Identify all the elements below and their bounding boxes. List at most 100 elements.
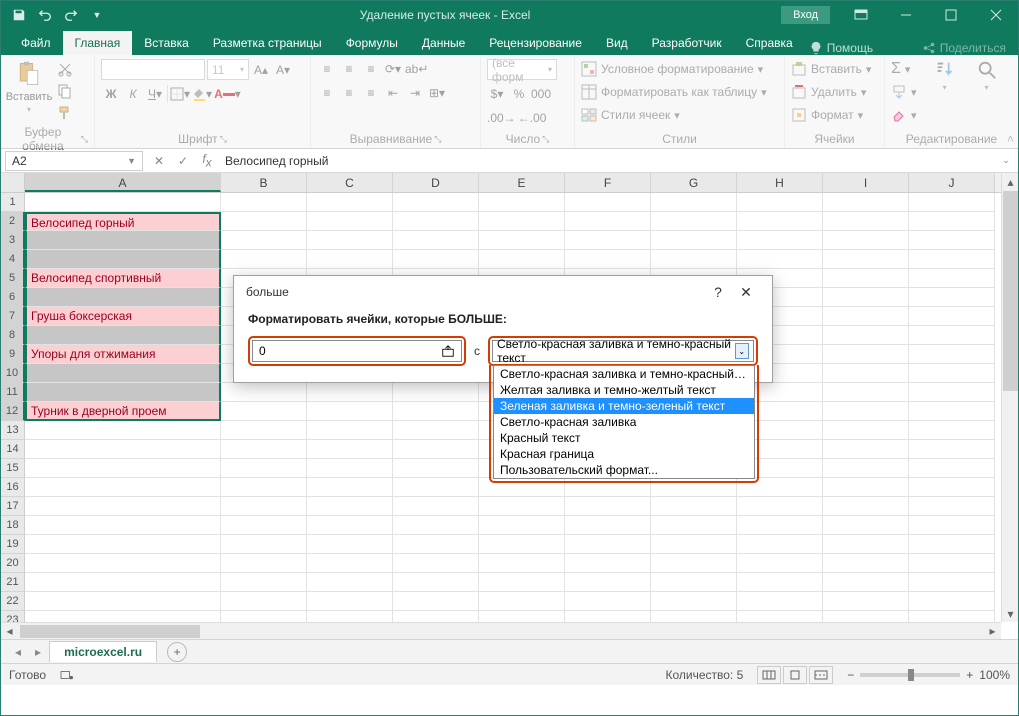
row-header[interactable]: 3 — [1, 231, 25, 250]
cell[interactable] — [909, 326, 995, 345]
align-bottom-icon[interactable]: ≡ — [361, 59, 381, 79]
cell[interactable] — [25, 193, 221, 212]
cell[interactable] — [651, 573, 737, 592]
cell[interactable] — [393, 554, 479, 573]
cell[interactable]: Велосипед спортивный — [25, 269, 221, 288]
cell[interactable] — [737, 497, 823, 516]
cell[interactable] — [651, 250, 737, 269]
cell[interactable] — [651, 212, 737, 231]
cell[interactable] — [393, 573, 479, 592]
cell[interactable] — [737, 554, 823, 573]
comma-icon[interactable]: 000 — [531, 84, 551, 104]
format-cells-button[interactable]: Формат ▾ — [791, 105, 871, 125]
tab-home[interactable]: Главная — [63, 31, 133, 55]
cell[interactable] — [823, 554, 909, 573]
dialog-launcher-icon[interactable]: ⤡ — [220, 134, 227, 145]
align-left-icon[interactable]: ≡ — [317, 83, 337, 103]
cell[interactable] — [823, 459, 909, 478]
merge-icon[interactable]: ⊞▾ — [427, 83, 447, 103]
format-painter-icon[interactable] — [55, 103, 75, 123]
row-header[interactable]: 20 — [1, 554, 25, 573]
tab-page-layout[interactable]: Разметка страницы — [201, 31, 334, 55]
cell[interactable] — [823, 478, 909, 497]
cell[interactable] — [307, 402, 393, 421]
decrease-font-icon[interactable]: A▾ — [273, 60, 293, 80]
cell[interactable] — [393, 497, 479, 516]
macro-recording-icon[interactable] — [60, 669, 74, 681]
cell[interactable] — [823, 250, 909, 269]
cell[interactable] — [25, 383, 221, 402]
view-page-break-icon[interactable] — [809, 666, 833, 684]
column-header[interactable]: A — [25, 173, 221, 192]
sort-filter-button[interactable]: ▾ — [927, 59, 963, 92]
select-all-corner[interactable] — [1, 173, 25, 192]
cell[interactable] — [565, 573, 651, 592]
cell[interactable] — [823, 212, 909, 231]
formula-input[interactable]: Велосипед горный — [219, 154, 994, 168]
row-header[interactable]: 8 — [1, 326, 25, 345]
scroll-up-icon[interactable]: ▴ — [1002, 173, 1018, 190]
tab-view[interactable]: Вид — [594, 31, 640, 55]
horizontal-scrollbar[interactable]: ◂ ▸ — [1, 622, 1001, 639]
row-header[interactable]: 12 — [1, 402, 25, 421]
dropdown-option[interactable]: Желтая заливка и темно-желтый текст — [494, 382, 754, 398]
align-center-icon[interactable]: ≡ — [339, 83, 359, 103]
scroll-right-icon[interactable]: ▸ — [984, 623, 1001, 640]
format-as-table-button[interactable]: Форматировать как таблицу ▾ — [581, 82, 767, 102]
find-select-button[interactable]: ▾ — [969, 59, 1005, 92]
zoom-in-icon[interactable]: + — [966, 668, 973, 682]
cell[interactable] — [221, 478, 307, 497]
column-header[interactable]: E — [479, 173, 565, 192]
cell[interactable] — [823, 193, 909, 212]
cell[interactable] — [565, 212, 651, 231]
cell[interactable] — [307, 459, 393, 478]
cell[interactable] — [479, 554, 565, 573]
row-header[interactable]: 15 — [1, 459, 25, 478]
cell[interactable] — [25, 288, 221, 307]
wrap-text-icon[interactable]: ab↵ — [405, 59, 428, 79]
italic-button[interactable]: К — [123, 84, 143, 104]
cell[interactable] — [393, 193, 479, 212]
cell[interactable] — [25, 250, 221, 269]
login-button[interactable]: Вход — [781, 6, 830, 24]
increase-decimal-icon[interactable]: .00→ — [487, 108, 516, 128]
column-header[interactable]: I — [823, 173, 909, 192]
cell[interactable] — [307, 554, 393, 573]
cell[interactable]: Турник в дверной проем — [25, 402, 221, 421]
row-header[interactable]: 10 — [1, 364, 25, 383]
cell[interactable] — [909, 307, 995, 326]
cell[interactable] — [909, 212, 995, 231]
cancel-formula-icon[interactable]: ✕ — [147, 150, 171, 172]
cell[interactable] — [221, 250, 307, 269]
share-button[interactable]: Поделиться — [922, 41, 1006, 55]
view-normal-icon[interactable] — [757, 666, 781, 684]
column-header[interactable]: J — [909, 173, 995, 192]
cell[interactable] — [823, 345, 909, 364]
vertical-scrollbar[interactable]: ▴ ▾ — [1001, 173, 1018, 622]
cell[interactable] — [823, 288, 909, 307]
column-header[interactable]: B — [221, 173, 307, 192]
cell[interactable] — [307, 440, 393, 459]
tab-data[interactable]: Данные — [410, 31, 477, 55]
cell[interactable] — [651, 497, 737, 516]
cell[interactable] — [737, 231, 823, 250]
cell[interactable] — [25, 573, 221, 592]
cell[interactable] — [393, 459, 479, 478]
decrease-decimal-icon[interactable]: ←.00 — [518, 108, 547, 128]
cell[interactable] — [479, 535, 565, 554]
cell[interactable] — [479, 193, 565, 212]
dialog-launcher-icon[interactable]: ⤡ — [542, 134, 549, 145]
column-header[interactable]: D — [393, 173, 479, 192]
cell[interactable] — [651, 611, 737, 622]
dropdown-option[interactable]: Светло-красная заливка и темно-красный т… — [494, 366, 754, 382]
cell[interactable] — [565, 231, 651, 250]
cell[interactable] — [221, 592, 307, 611]
cell[interactable] — [651, 193, 737, 212]
cell[interactable] — [823, 440, 909, 459]
tab-developer[interactable]: Разработчик — [640, 31, 734, 55]
tell-me[interactable]: Помощь — [809, 41, 873, 55]
view-page-layout-icon[interactable] — [783, 666, 807, 684]
tab-file[interactable]: Файл — [9, 31, 63, 55]
cell[interactable] — [565, 535, 651, 554]
align-right-icon[interactable]: ≡ — [361, 83, 381, 103]
